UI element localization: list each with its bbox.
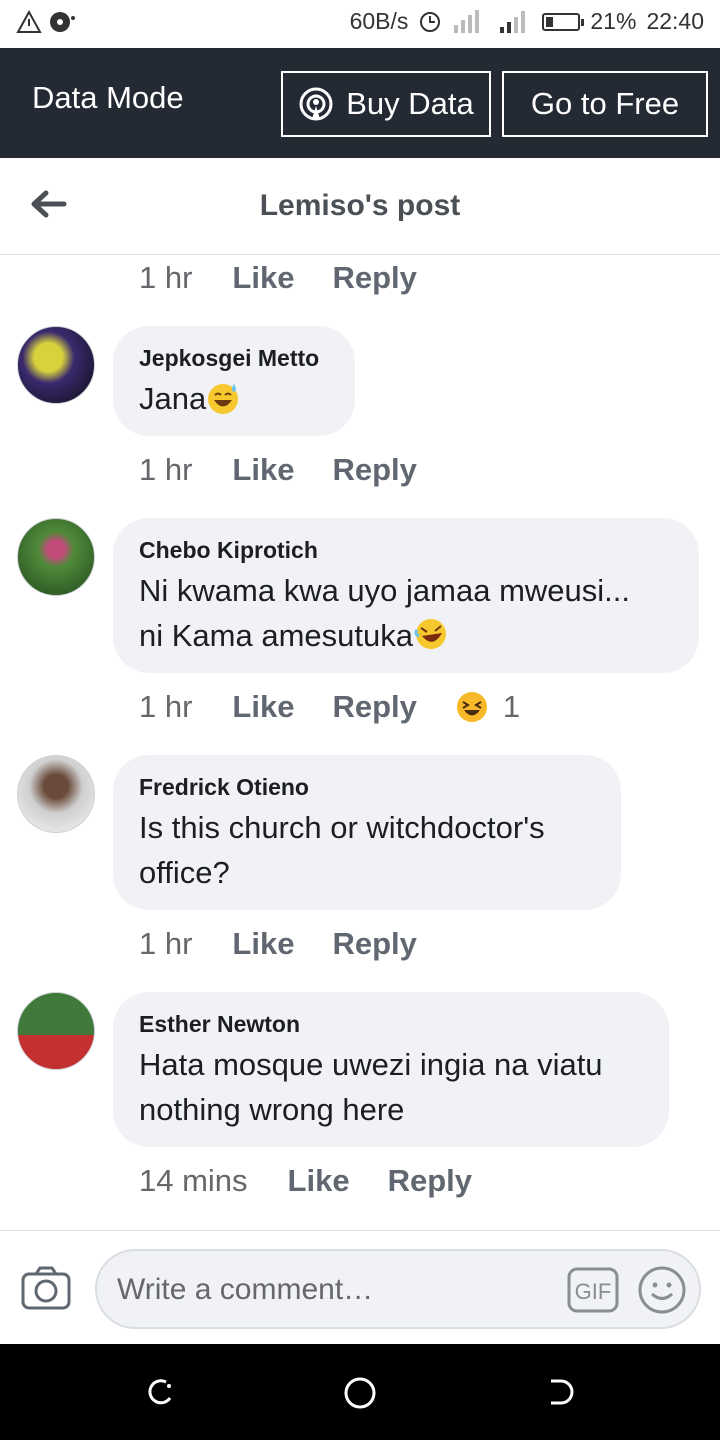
camera-icon[interactable]	[20, 1265, 72, 1311]
like-button[interactable]: Like	[288, 1163, 350, 1199]
comment-time: 1 hr	[139, 689, 193, 724]
back-nav-icon[interactable]	[545, 1376, 577, 1408]
comment-meta: 1 hr Like Reply	[139, 926, 455, 962]
buy-data-button[interactable]: Buy Data	[281, 71, 491, 137]
comment-meta: 14 mins Like Reply	[139, 1163, 510, 1199]
data-mode-title: Data Mode	[32, 80, 184, 115]
like-button[interactable]: Like	[232, 260, 294, 296]
rofl-emoji-icon	[414, 619, 446, 649]
data-mode-bar: Data Mode Buy Data Go to Free	[0, 48, 720, 158]
comment-time: 14 mins	[139, 1163, 248, 1198]
data-saver-icon	[420, 11, 441, 32]
battery-percent: 21%	[590, 8, 637, 34]
signal-icon-2	[500, 10, 526, 33]
comment-time: 1 hr	[139, 452, 193, 487]
go-to-free-button[interactable]: Go to Free	[502, 71, 708, 137]
comment-meta: 1 hr Like Reply	[139, 260, 455, 296]
comment-author[interactable]: Chebo Kiprotich	[139, 536, 673, 564]
sweat-smile-emoji-icon	[208, 384, 239, 414]
comment-composer: Write a comment… GIF	[0, 1230, 720, 1345]
avatar[interactable]	[17, 992, 95, 1070]
like-button[interactable]: Like	[232, 452, 294, 488]
avatar[interactable]	[17, 755, 95, 833]
broadcast-icon	[299, 87, 333, 121]
reply-button[interactable]: Reply	[332, 926, 416, 962]
post-header: Lemiso's post	[0, 158, 720, 255]
comment-input[interactable]: Write a comment… GIF	[95, 1249, 701, 1329]
comment-placeholder: Write a comment…	[117, 1273, 374, 1306]
network-speed: 60B/s	[349, 8, 409, 34]
clock: 22:40	[646, 8, 704, 34]
page-title: Lemiso's post	[259, 189, 461, 222]
reaction-summary[interactable]: 1	[455, 689, 520, 725]
comment-text: Is this church or witchdoctor's office?	[139, 810, 545, 890]
svg-text:GIF: GIF	[575, 1279, 612, 1304]
comment-author[interactable]: Esther Newton	[139, 1010, 643, 1038]
reply-button[interactable]: Reply	[332, 260, 416, 296]
disc-icon	[50, 12, 75, 32]
comment-text: Hata mosque uwezi ingia na viatu nothing…	[139, 1047, 603, 1127]
comment-time: 1 hr	[139, 926, 193, 961]
avatar[interactable]	[17, 518, 95, 596]
reply-button[interactable]: Reply	[332, 689, 416, 725]
comment-text: Jana	[139, 376, 329, 421]
battery-icon	[542, 12, 585, 31]
comment-author[interactable]: Fredrick Otieno	[139, 773, 595, 801]
comment-time: 1 hr	[139, 260, 193, 295]
status-bar: 60B/s 21% 22:40	[0, 0, 720, 48]
recent-apps-icon[interactable]	[144, 1376, 176, 1408]
signal-icon	[454, 9, 480, 33]
home-icon[interactable]	[343, 1376, 377, 1410]
haha-reaction-icon	[456, 692, 487, 722]
like-button[interactable]: Like	[232, 689, 294, 725]
reaction-count: 1	[502, 689, 521, 724]
comment-bubble: Fredrick Otieno Is this church or witchd…	[113, 755, 621, 910]
comment-bubble: Jepkosgei Metto Jana	[113, 326, 355, 436]
emoji-picker-icon[interactable]	[637, 1265, 687, 1315]
reply-button[interactable]: Reply	[332, 452, 416, 488]
go-to-free-label: Go to Free	[530, 86, 680, 121]
avatar[interactable]	[17, 326, 95, 404]
comment-meta: 1 hr Like Reply 1	[139, 689, 520, 725]
comment-bubble: Esther Newton Hata mosque uwezi ingia na…	[113, 992, 669, 1147]
like-button[interactable]: Like	[232, 926, 294, 962]
reply-button[interactable]: Reply	[388, 1163, 472, 1199]
comment-author[interactable]: Jepkosgei Metto	[139, 344, 329, 372]
system-nav-bar	[0, 1344, 720, 1440]
comment-meta: 1 hr Like Reply	[139, 452, 455, 488]
warning-icon	[16, 10, 42, 33]
buy-data-label: Buy Data	[346, 86, 474, 121]
comment-text: Ni kwama kwa uyo jamaa mweusi... ni Kama…	[139, 573, 630, 653]
comment-bubble: Chebo Kiprotich Ni kwama kwa uyo jamaa m…	[113, 518, 699, 673]
gif-icon[interactable]: GIF	[567, 1267, 619, 1313]
